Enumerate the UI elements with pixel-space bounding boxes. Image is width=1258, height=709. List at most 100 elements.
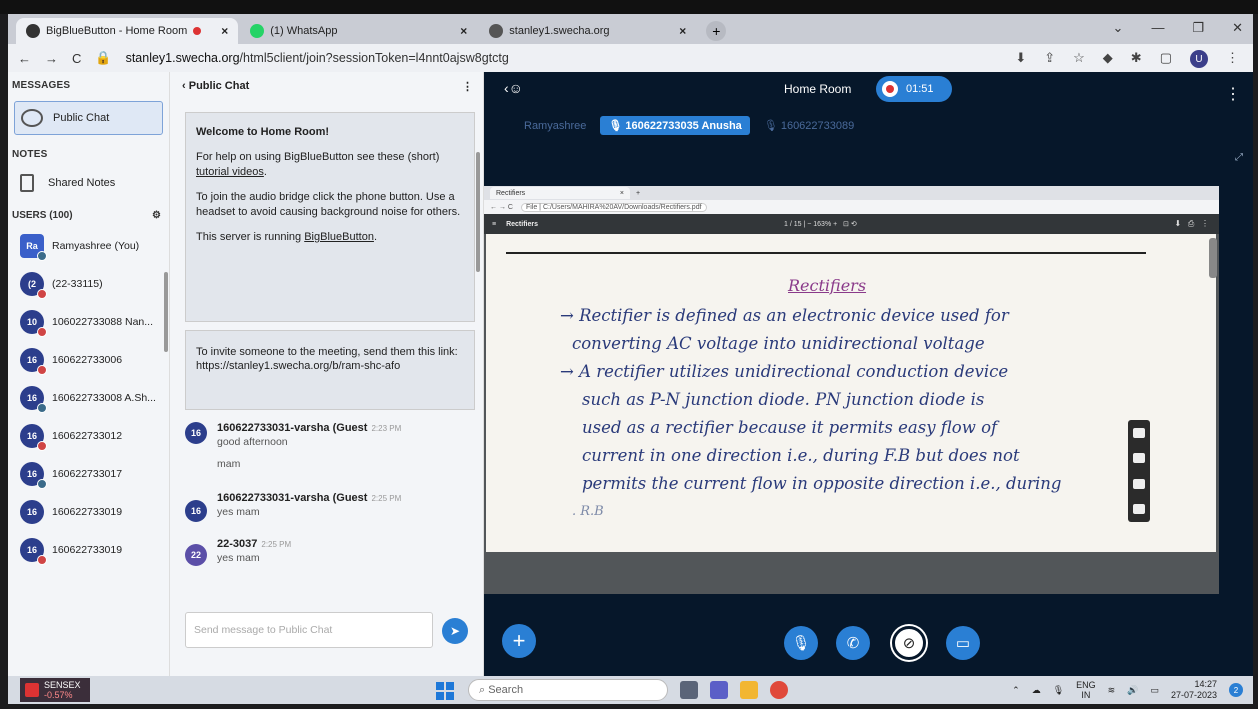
mic-status-icon: [37, 403, 47, 413]
toggle-userlist-icon[interactable]: ‹☺: [504, 80, 523, 96]
pdf-scrollbar[interactable]: [1209, 238, 1217, 278]
chat-options-icon[interactable]: ⋮: [462, 80, 473, 93]
public-chat-item[interactable]: Public Chat: [14, 101, 163, 135]
notes-line: converting AC voltage into unidirectiona…: [572, 334, 985, 353]
settings-gear-icon[interactable]: [1133, 504, 1145, 515]
minimize-icon[interactable]: —: [1151, 20, 1164, 36]
chat-message-input[interactable]: Send message to Public Chat: [185, 612, 433, 648]
whatsapp-icon: [250, 24, 265, 38]
message-time: 2:23 PM: [371, 424, 402, 433]
bookmark-star-icon[interactable]: ☆: [1073, 50, 1085, 68]
profile-avatar[interactable]: U: [1190, 50, 1208, 68]
close-window-icon[interactable]: ✕: [1232, 20, 1243, 36]
fullscreen-icon[interactable]: ⤢: [1235, 152, 1243, 163]
mic-tray-icon[interactable]: 🎙: [1053, 685, 1064, 696]
task-view-icon[interactable]: [680, 681, 698, 699]
mute-mic-button[interactable]: 🎙: [784, 626, 818, 660]
wifi-icon[interactable]: ≋: [1108, 685, 1116, 696]
user-list-item[interactable]: 16 160622733012: [8, 417, 169, 455]
chat-back-button[interactable]: ‹ Public Chat: [182, 80, 249, 93]
tutorial-videos-link[interactable]: tutorial videos: [196, 166, 264, 178]
notes-line: . R.B: [572, 504, 604, 519]
volume-icon[interactable]: 🔊: [1127, 685, 1138, 696]
pdf-page-indicator: 1 / 15 | − 163% + ⊡ ⟲: [784, 221, 857, 228]
forward-icon[interactable]: →: [45, 51, 58, 66]
messages-heading: MESSAGES: [12, 80, 71, 91]
video-icon[interactable]: [1133, 453, 1145, 464]
download-icon[interactable]: ⬇: [1015, 50, 1026, 68]
clock[interactable]: 14:27 27-07-2023: [1171, 679, 1217, 701]
user-list-item[interactable]: 16 160622733006: [8, 341, 169, 379]
user-list-item[interactable]: 10 106022733088 Nan...: [8, 303, 169, 341]
restore-icon[interactable]: ❐: [1192, 20, 1204, 36]
user-list-item[interactable]: Ra Ramyashree (You): [8, 227, 169, 265]
user-list-item[interactable]: 16 160622733019: [8, 493, 169, 531]
sidepanel-icon[interactable]: ▢: [1160, 50, 1172, 68]
user-name: 160622733019: [52, 506, 123, 518]
address-bar: ← → C 🔒 stanley1.swecha.org/html5client/…: [8, 44, 1253, 72]
user-list-item[interactable]: 16 160622733019: [8, 531, 169, 569]
puzzle-icon[interactable]: ✱: [1131, 50, 1142, 68]
user-list-item[interactable]: 16 160622733017: [8, 455, 169, 493]
share-icon[interactable]: ⇪: [1044, 50, 1055, 68]
tab-list-icon[interactable]: ⌄: [1113, 20, 1124, 36]
gear-icon[interactable]: ⚙: [152, 210, 161, 221]
options-kebab-icon[interactable]: ⋮: [1225, 84, 1241, 104]
close-tab-icon[interactable]: ×: [679, 24, 686, 38]
battery-icon[interactable]: ▭: [1150, 685, 1159, 696]
shared-notes-item[interactable]: Shared Notes: [8, 160, 169, 192]
mic-status-icon: [37, 479, 47, 489]
share-webcam-button[interactable]: ⊘: [892, 626, 926, 660]
user-list-item[interactable]: 16 160622733008 A.Sh...: [8, 379, 169, 417]
actions-plus-button[interactable]: +: [502, 624, 536, 658]
tab-whatsapp[interactable]: (1) WhatsApp ×: [240, 18, 477, 44]
avatar: 16: [20, 424, 47, 451]
chat-message: 16 160622733031-varsha (Guest 2:23 PM goo…: [185, 422, 401, 470]
chrome-icon[interactable]: [770, 681, 788, 699]
talker-active: 🎙 160622733035 Anusha: [600, 116, 750, 135]
onedrive-icon[interactable]: ☁: [1032, 685, 1041, 696]
message-time: 2:25 PM: [371, 494, 402, 503]
language-indicator[interactable]: ENG IN: [1076, 680, 1096, 700]
share-screen-button[interactable]: ▭: [946, 626, 980, 660]
reload-icon[interactable]: C: [72, 51, 81, 66]
extension-icon[interactable]: ◆: [1103, 50, 1113, 68]
notification-badge[interactable]: 2: [1229, 683, 1243, 697]
avatar: 16: [185, 500, 207, 522]
taskbar-search[interactable]: ⌕ Search: [468, 679, 668, 701]
chat-scrollbar[interactable]: [476, 152, 480, 272]
invite-link[interactable]: https://stanley1.swecha.org/b/ram-shc-af…: [196, 359, 464, 373]
recording-indicator[interactable]: 01:51: [876, 76, 952, 102]
user-list-item[interactable]: (2 (22-33115): [8, 265, 169, 303]
document-icon: [20, 174, 34, 192]
teams-icon[interactable]: [710, 681, 728, 699]
chat-message: 22 22-3037 2:25 PM yes mam: [185, 538, 291, 566]
pdf-actions: ⬇ ⎙ ⋮: [1174, 219, 1209, 228]
new-tab-button[interactable]: +: [706, 21, 727, 41]
invite-message: To invite someone to the meeting, send t…: [185, 330, 475, 410]
lock-icon: 🔒: [95, 50, 112, 65]
leave-audio-button[interactable]: ✆: [836, 626, 870, 660]
camera-icon[interactable]: [1133, 427, 1145, 438]
shared-tab: Rectifiers ×: [490, 187, 630, 199]
avatar: 16: [185, 422, 207, 444]
close-tab-icon[interactable]: ×: [460, 24, 467, 38]
user-list-scrollbar[interactable]: [164, 272, 168, 352]
file-explorer-icon[interactable]: [740, 681, 758, 699]
send-message-button[interactable]: ➤: [442, 618, 468, 644]
menu-kebab-icon[interactable]: ⋮: [1226, 50, 1239, 68]
tab-bigbluebutton[interactable]: BigBlueButton - Home Room ×: [16, 18, 239, 44]
tab-swecha[interactable]: stanley1.swecha.org ×: [479, 18, 696, 44]
notes-title: Rectifiers: [788, 276, 867, 295]
tray-chevron-icon[interactable]: ⌃: [1012, 685, 1020, 696]
url-field[interactable]: stanley1.swecha.org/html5client/join?ses…: [126, 51, 509, 65]
user-name: 160622733019: [52, 544, 123, 556]
user-name: 160622733017: [52, 468, 123, 480]
notes-line: current in one direction i.e., during F.…: [582, 446, 1020, 465]
window-icon[interactable]: [1133, 478, 1145, 489]
bigbluebutton-link[interactable]: BigBlueButton: [304, 231, 374, 243]
back-icon[interactable]: ←: [18, 51, 31, 66]
windows-start-icon[interactable]: [436, 682, 454, 700]
stock-ticker-widget[interactable]: SENSEX -0.57%: [20, 678, 90, 702]
close-tab-icon[interactable]: ×: [221, 24, 228, 38]
